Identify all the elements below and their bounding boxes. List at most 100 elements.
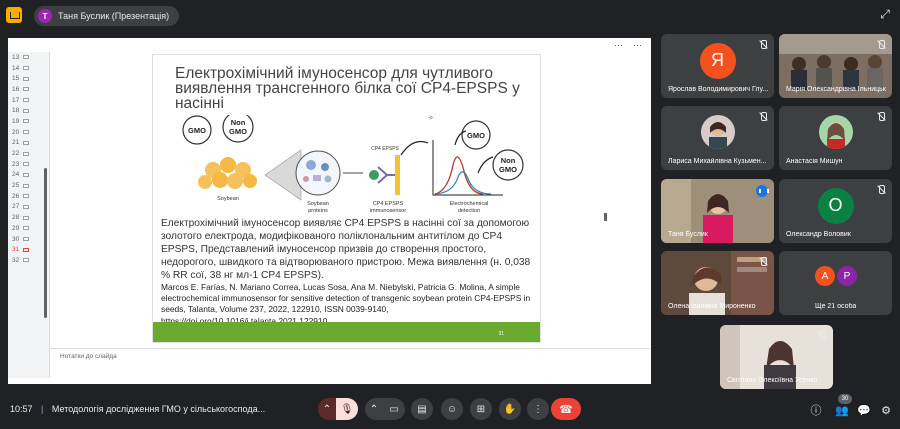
- raise-hand-button[interactable]: ✋: [499, 398, 521, 420]
- participant-tile-self[interactable]: Світлана Олексіївна Усенко: [720, 325, 833, 389]
- slide-thumbnail[interactable]: 32: [8, 255, 49, 266]
- mic-toggle-button[interactable]: 🎙: [336, 398, 358, 420]
- participant-name: Марія Олександрівна Ільницька: [786, 86, 886, 93]
- gmo-right-label: GMO: [467, 131, 485, 140]
- slide-thumbnail[interactable]: 14: [8, 63, 49, 74]
- slide-title: Електрохімічний імуносенсор для чутливог…: [175, 65, 520, 112]
- slide-thumbnail-preview: [23, 183, 30, 188]
- meeting-title: Методологія дослідження ГМО у сільського…: [51, 404, 266, 414]
- meeting-info: 10:57 | Методологія дослідження ГМО у сі…: [10, 404, 266, 414]
- shared-screen: ⋯ ⋯ 13 14 15 16 17 18 19 20 21 22 23 24 25 26 27 28 29 30…: [8, 38, 651, 384]
- proteins-label-2: proteins: [308, 208, 328, 214]
- camera-options-chevron-icon[interactable]: ⌃: [365, 398, 383, 420]
- participant-tile-5[interactable]: Таня Буслик: [661, 179, 774, 243]
- participant-tile-7[interactable]: Олена Іванівна Мироненко: [661, 251, 774, 315]
- slide-thumbnail-preview: [23, 130, 30, 135]
- people-icon[interactable]: 👥: [832, 402, 852, 418]
- speaker-notes[interactable]: Нотатки до слайда: [50, 348, 650, 378]
- slide-thumbnail[interactable]: 25: [8, 180, 49, 191]
- mic-off-icon: [876, 40, 886, 50]
- captions-button[interactable]: ▤: [411, 398, 433, 420]
- mic-options-chevron-icon[interactable]: ⌃: [318, 398, 336, 420]
- more-options-icon[interactable]: ⋯: [633, 40, 643, 51]
- non-gmo-right-label: GMO: [499, 165, 517, 174]
- detection-label-1: Electrochemical: [450, 201, 489, 207]
- soybean-label: Soybean: [217, 196, 239, 202]
- slide-thumbnail[interactable]: 17: [8, 95, 49, 106]
- thumbnails-scrollbar[interactable]: [44, 168, 47, 318]
- participant-name: Світлана Олексіївна Усенко: [727, 377, 818, 384]
- slide-thumbnail[interactable]: 24: [8, 170, 49, 181]
- participant-name: Олена Іванівна Мироненко: [668, 303, 756, 310]
- leave-call-button[interactable]: ☎: [551, 398, 581, 420]
- participant-tile-6[interactable]: О Олександр Воловик: [779, 179, 892, 243]
- slide-thumbnail[interactable]: 30: [8, 234, 49, 245]
- slide-thumbnail-number: 16: [12, 85, 20, 93]
- mic-off-icon: [876, 112, 886, 122]
- avatar: Р: [837, 266, 857, 286]
- mic-off-icon: [758, 112, 768, 122]
- presenter-chip[interactable]: Т Таня Буслик (Презентація): [34, 6, 180, 26]
- chat-icon[interactable]: 💬: [856, 402, 872, 418]
- participant-name: Таня Буслик: [668, 231, 708, 238]
- slide-thumbnail-number: 18: [12, 107, 20, 115]
- emoji-button[interactable]: ☺: [441, 398, 463, 420]
- camera-toggle-button[interactable]: ▭: [383, 398, 405, 420]
- sparkle-icon: ✧: [428, 115, 434, 122]
- slide-body-text: Електрохімічний імуносенсор виявляє CP4 …: [161, 218, 531, 281]
- notes-placeholder: Нотатки до слайда: [60, 353, 117, 360]
- more-options-button[interactable]: ⋮: [527, 398, 549, 420]
- slide-thumbnail[interactable]: 28: [8, 212, 49, 223]
- clock: 10:57: [10, 404, 33, 414]
- slide-thumbnail-preview: [23, 247, 30, 252]
- slide-canvas: Електрохімічний імуносенсор для чутливог…: [153, 55, 540, 342]
- slide-thumbnail[interactable]: 18: [8, 105, 49, 116]
- slide-thumbnail[interactable]: 16: [8, 84, 49, 95]
- slide-thumbnail[interactable]: 27: [8, 202, 49, 213]
- proteins-label-1: Soybean: [307, 201, 329, 207]
- mic-off-icon: 🎙: [340, 403, 354, 415]
- slide-thumbnail[interactable]: 22: [8, 148, 49, 159]
- presenter-label: Таня Буслик (Презентація): [58, 11, 170, 21]
- slide-thumbnail-preview: [23, 204, 30, 209]
- slide-thumbnail-number: 26: [12, 192, 20, 200]
- soybean-cluster: [198, 157, 257, 189]
- slide-thumbnail-number: 24: [12, 171, 20, 179]
- arrow-to-detection: [400, 140, 429, 156]
- slide-thumbnail[interactable]: 20: [8, 127, 49, 138]
- slide-thumbnail[interactable]: 19: [8, 116, 49, 127]
- participant-tile-1[interactable]: Я Ярослав Володимирович Глу...: [661, 34, 774, 98]
- activities-icon[interactable]: ⚙: [878, 402, 894, 418]
- slide-thumbnail[interactable]: 23: [8, 159, 49, 170]
- slide-thumbnail[interactable]: 29: [8, 223, 49, 234]
- participant-tile-3[interactable]: Лариса Михайлівна Кузьмен...: [661, 106, 774, 170]
- speaking-indicator-icon: [756, 185, 769, 197]
- participant-name: Олександр Воловик: [786, 231, 851, 238]
- slide-thumbnail[interactable]: 13: [8, 52, 49, 63]
- slide-thumbnail[interactable]: 21: [8, 138, 49, 149]
- fullscreen-icon[interactable]: ⤢: [878, 7, 892, 21]
- cp4-top-label: CP4 EPSPS: [371, 146, 399, 152]
- slide-thumbnail-number: 29: [12, 224, 20, 232]
- slide-thumbnail[interactable]: 26: [8, 191, 49, 202]
- slide-thumbnail[interactable]: 15: [8, 73, 49, 84]
- hangup-icon: ☎: [559, 403, 573, 416]
- participants-count-badge: 30: [838, 394, 852, 404]
- participant-tile-2[interactable]: Марія Олександрівна Ільницька: [779, 34, 892, 98]
- slide-thumbnail-number: 15: [12, 75, 20, 83]
- panel-toggle-icon[interactable]: ⋯: [614, 40, 623, 51]
- arrow-non-gmo: [477, 156, 494, 174]
- slide-thumbnail-preview: [23, 87, 30, 92]
- info-icon[interactable]: ⓘ: [808, 402, 824, 418]
- slide-scrollbar[interactable]: [604, 213, 607, 221]
- slide-thumbnail-number: 32: [12, 256, 20, 264]
- present-button[interactable]: ⊞: [470, 398, 492, 420]
- participant-tile-4[interactable]: Анастасія Мишун: [779, 106, 892, 170]
- slide-thumbnail-preview: [23, 172, 30, 177]
- presentation-icon: [6, 7, 22, 23]
- slide-thumbnail[interactable]: 31: [8, 244, 49, 255]
- participant-tile-more[interactable]: А Р Ще 21 особа: [779, 251, 892, 315]
- gmo-label: GMO: [188, 126, 206, 135]
- presenter-avatar: Т: [38, 9, 52, 23]
- captions-icon: ▤: [417, 403, 427, 415]
